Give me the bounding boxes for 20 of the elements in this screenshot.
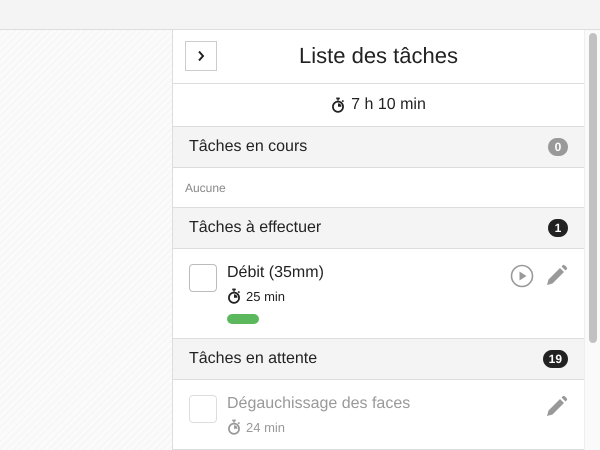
scrollbar-thumb[interactable] — [589, 33, 597, 343]
chevron-right-icon — [197, 50, 205, 62]
count-badge: 1 — [548, 219, 568, 238]
count-badge: 0 — [548, 138, 568, 156]
task-title: Dégauchissage des faces — [227, 395, 412, 413]
stopwatch-icon — [331, 96, 346, 113]
section-title: Tâches en cours — [189, 138, 308, 156]
total-duration: 7 h 10 min — [351, 96, 426, 114]
count-badge: 19 — [542, 350, 568, 368]
task-duration: 24 min — [246, 420, 286, 434]
panel-title: Liste des tâches — [298, 43, 459, 70]
stopwatch-icon — [227, 419, 241, 435]
task-title: Débit (35mm) — [227, 264, 325, 282]
stopwatch-icon — [227, 288, 241, 304]
play-button[interactable] — [510, 264, 534, 288]
section-title: Tâches en attente — [189, 350, 318, 368]
task-checkbox[interactable] — [189, 264, 217, 292]
task-duration: 25 min — [246, 288, 286, 304]
collapse-button[interactable] — [185, 41, 217, 72]
section-title: Tâches à effectuer — [189, 219, 322, 238]
